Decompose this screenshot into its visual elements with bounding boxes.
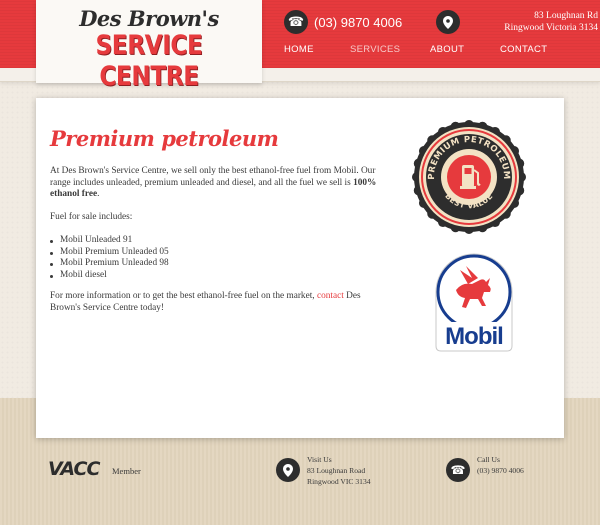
fuel-list-heading: Fuel for sale includes: — [50, 212, 133, 222]
list-item: Mobil Premium Unleaded 05 — [50, 247, 169, 259]
premium-petroleum-badge: PREMIUM PETROLEUM BEST VALUE — [412, 120, 526, 234]
site-logo[interactable]: Des Brown's SERVICE CENTRE — [36, 0, 262, 92]
intro-text: At Des Brown's Service Centre, we sell o… — [50, 166, 376, 188]
nav-services[interactable]: SERVICES — [350, 44, 400, 55]
intro-end: . — [97, 189, 100, 200]
footer-visit: Visit Us 83 Loughnan Road Ringwood VIC 3… — [307, 454, 371, 487]
intro-paragraph: At Des Brown's Service Centre, we sell o… — [50, 166, 390, 201]
mobil-wordmark: Mobil — [445, 323, 503, 350]
footer-visit-label: Visit Us — [307, 455, 332, 464]
outro-text: For more information or to get the best … — [50, 291, 317, 301]
footer-call-label: Call Us — [477, 455, 500, 464]
list-item: Mobil diesel — [50, 270, 169, 282]
header-phone[interactable]: ☎ (03) 9870 4006 — [284, 10, 402, 34]
phone-icon: ☎ — [446, 458, 470, 482]
footer-call-number: (03) 9870 4006 — [477, 466, 524, 475]
outro-paragraph: For more information or to get the best … — [50, 291, 390, 314]
header-address-line2: Ringwood Victoria 3134 — [504, 23, 598, 33]
page-title: Premium petroleum — [50, 126, 279, 151]
list-item: Mobil Premium Unleaded 98 — [50, 258, 169, 270]
footer-visit-line2: Ringwood VIC 3134 — [307, 477, 371, 486]
phone-icon: ☎ — [284, 10, 308, 34]
vacc-member-label: Member — [112, 466, 141, 476]
header-address-lines: 83 Loughnan Rd Ringwood Victoria 3134 — [466, 10, 598, 34]
header-address: 83 Loughnan Rd Ringwood Victoria 3134 — [436, 10, 598, 34]
fuel-list: Mobil Unleaded 91 Mobil Premium Unleaded… — [50, 235, 169, 281]
logo-script-text: Des Brown's — [79, 6, 219, 31]
logo-main-text: SERVICE CENTRE — [95, 30, 203, 92]
header-address-line1: 83 Loughnan Rd — [534, 11, 598, 21]
location-pin-icon — [436, 10, 460, 34]
footer-visit-line1: 83 Loughnan Road — [307, 466, 366, 475]
list-item: Mobil Unleaded 91 — [50, 235, 169, 247]
header-phone-number: (03) 9870 4006 — [314, 14, 403, 30]
contact-link[interactable]: contact — [317, 291, 344, 301]
nav-about[interactable]: ABOUT — [430, 44, 464, 55]
footer-call[interactable]: Call Us (03) 9870 4006 — [477, 454, 524, 476]
mobil-logo: Mobil — [432, 252, 516, 352]
nav-home[interactable]: HOME — [284, 44, 314, 55]
vacc-logo[interactable]: VACC — [48, 458, 100, 480]
main-nav: HOME SERVICES ABOUT CONTACT — [262, 42, 600, 60]
nav-contact[interactable]: CONTACT — [500, 44, 547, 55]
location-pin-icon — [276, 458, 300, 482]
